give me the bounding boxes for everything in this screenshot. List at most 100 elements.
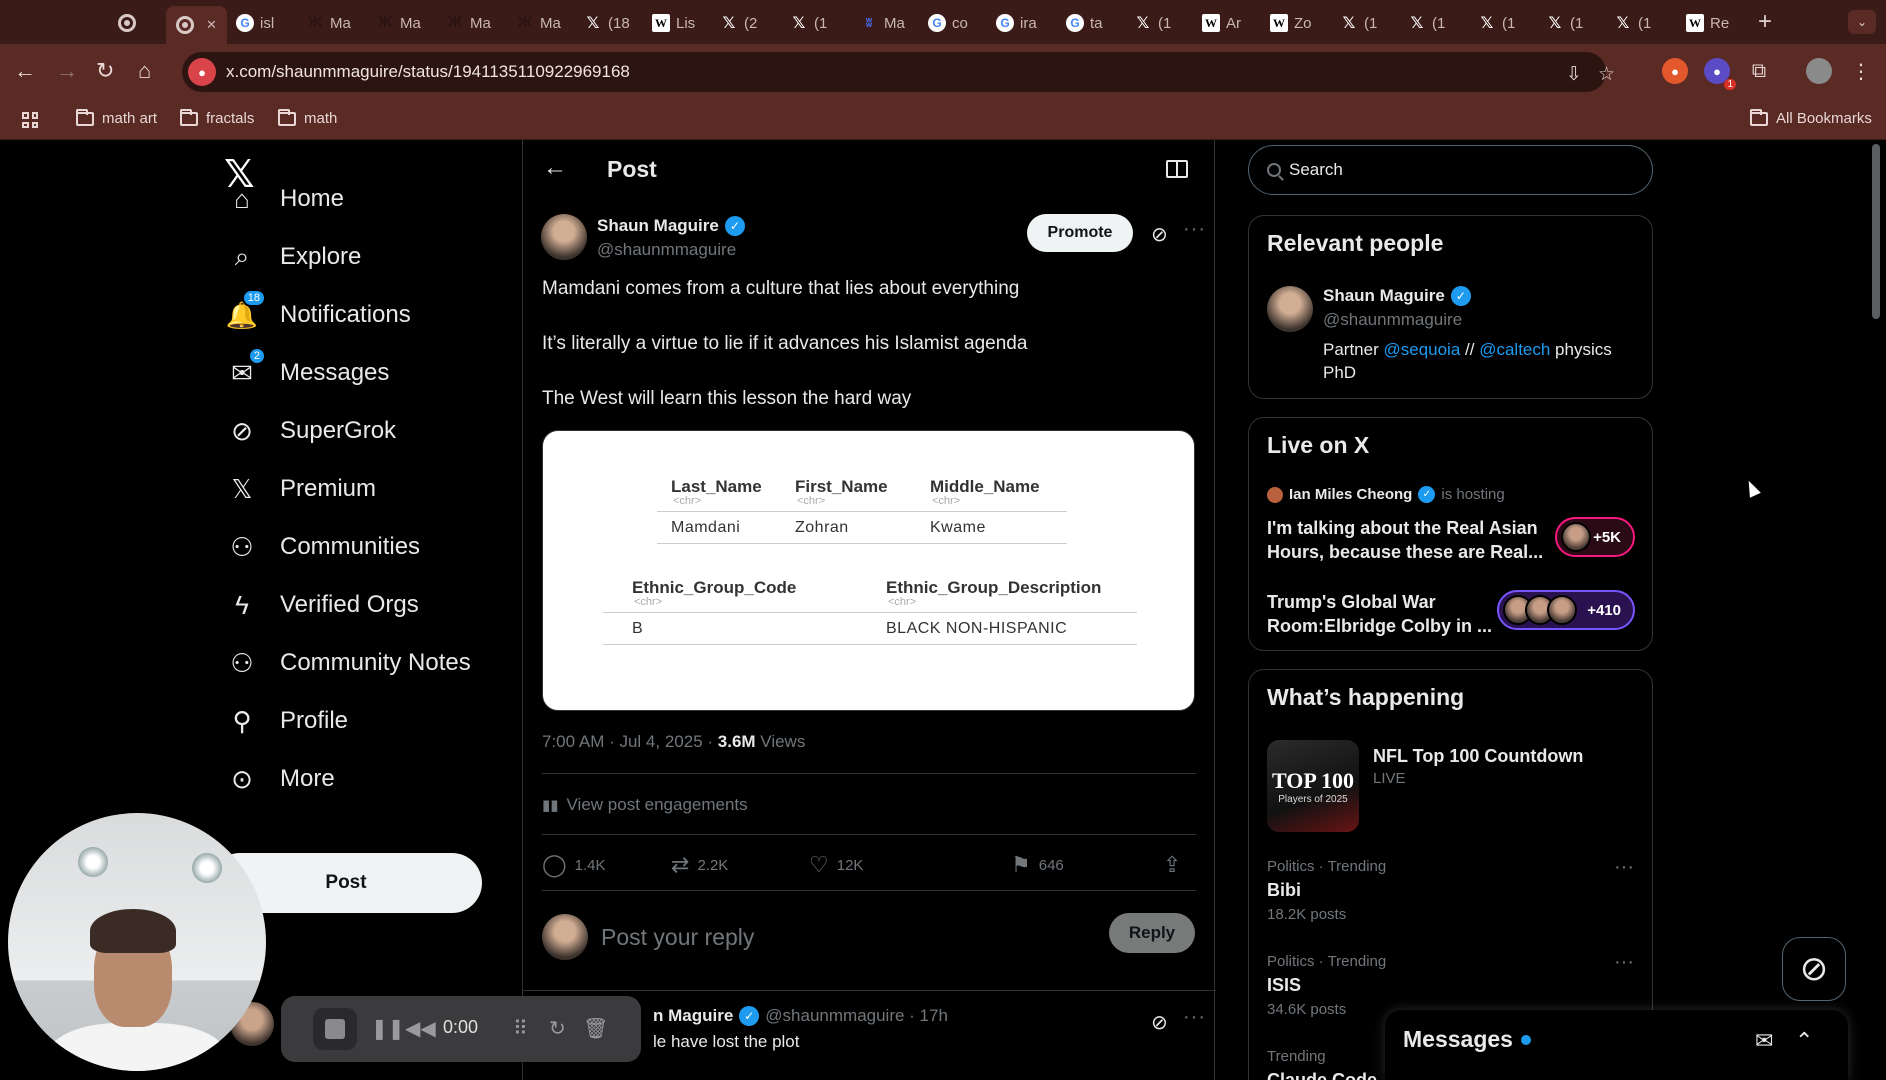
nav-item-messages[interactable]: ✉ 2 Messages (226, 347, 389, 389)
space-listeners[interactable]: +410 (1497, 590, 1635, 630)
view-engagements-link[interactable]: ▮▮ View post engagements (542, 795, 748, 815)
reply-author[interactable]: n Maguire ✓ @shaunmmaguire · 17h (653, 1006, 948, 1026)
nav-item-profile[interactable]: ⚲ Profile (226, 705, 348, 737)
space-title[interactable]: I'm talking about the Real Asian Hours, … (1267, 516, 1547, 564)
back-arrow-icon[interactable]: ← (543, 154, 567, 182)
browser-tab[interactable]: Ж Ma (376, 10, 421, 36)
post-image[interactable]: Last_Name First_Name Middle_Name <chr> <… (542, 430, 1195, 711)
author-handle[interactable]: @shaunmmaguire (597, 240, 736, 260)
browser-tab[interactable]: W Lis (652, 10, 695, 36)
trash-icon[interactable]: 🗑 (583, 1016, 608, 1041)
mention-link[interactable]: @caltech (1479, 340, 1550, 359)
url-text[interactable]: x.com/shaunmmaguire/status/1941135110922… (226, 62, 630, 82)
person-avatar[interactable] (1267, 286, 1313, 332)
extensions-puzzle-icon[interactable]: ⧉ (1746, 58, 1772, 84)
featured-title[interactable]: NFL Top 100 Countdown (1373, 746, 1583, 767)
expand-icon[interactable]: ⌃ (1795, 1028, 1813, 1054)
reply-button[interactable]: Reply (1109, 913, 1195, 953)
nav-item-verified-orgs[interactable]: ϟ Verified Orgs (226, 589, 419, 621)
forward-icon[interactable]: → (56, 58, 78, 84)
repost-action[interactable]: ⇄ 2.2K (671, 852, 728, 878)
grid-dots-icon[interactable]: ⠿ (513, 1016, 528, 1041)
share-action[interactable]: ⇪ (1163, 852, 1181, 878)
browser-tab[interactable]: W Zo (1270, 10, 1312, 36)
stop-recording-button[interactable] (313, 1008, 357, 1050)
browser-tab[interactable]: 𝕏 (1 (1340, 10, 1378, 36)
live-host[interactable]: Ian Miles Cheong ✓ is hosting (1267, 486, 1505, 503)
rewind-icon[interactable]: ◀◀ (405, 1016, 436, 1041)
browser-tab[interactable]: Ж Ma (446, 10, 491, 36)
home-icon[interactable]: ⌂ (138, 58, 151, 84)
reader-mode-icon[interactable] (1166, 160, 1188, 178)
author-name[interactable]: Shaun Maguire ✓ (597, 216, 745, 236)
browser-tab[interactable]: 𝕏 (1 (1478, 10, 1516, 36)
more-options-icon[interactable]: ··· (1614, 856, 1634, 879)
person-name[interactable]: Shaun Maguire ✓ (1323, 286, 1471, 306)
promote-button[interactable]: Promote (1027, 214, 1133, 252)
install-app-icon[interactable]: ⇩ (1566, 63, 1582, 86)
profile-avatar[interactable] (1806, 58, 1832, 84)
browser-tab[interactable]: 𝕏 (1 (1134, 10, 1172, 36)
trend-name[interactable]: ISIS (1267, 975, 1301, 996)
bookmark-star-icon[interactable]: ☆ (1598, 63, 1615, 86)
nav-item-community-notes[interactable]: ⚇ Community Notes (226, 647, 470, 679)
browser-menu-icon[interactable]: ⋮ (1848, 58, 1874, 84)
nav-item-notifications[interactable]: 🔔 18 Notifications (226, 289, 411, 331)
back-icon[interactable]: ← (14, 58, 36, 84)
nav-item-communities[interactable]: ⚇ Communities (226, 531, 420, 563)
messages-title[interactable]: Messages (1403, 1026, 1531, 1053)
trend-name[interactable]: Claude Code (1267, 1070, 1377, 1080)
bookmark-folder[interactable]: fractals (180, 108, 254, 127)
nav-item-home[interactable]: ⌂ Home (226, 183, 344, 215)
webcam-overlay[interactable] (8, 813, 266, 1071)
browser-tab[interactable]: Ж Ma (516, 10, 561, 36)
like-action[interactable]: ♡ 12K (809, 852, 863, 878)
search-input[interactable]: Search (1289, 160, 1343, 180)
browser-tab[interactable]: Gira (996, 10, 1037, 36)
bookmark-folder[interactable]: math (278, 108, 337, 127)
author-avatar[interactable] (541, 214, 587, 260)
more-options-icon[interactable]: ··· (1183, 1006, 1206, 1029)
browser-tab[interactable]: 𝕏 (1 (1546, 10, 1584, 36)
browser-tab[interactable]: 𝕏 (1 (790, 10, 828, 36)
grok-icon[interactable]: ⊘ (1151, 1010, 1168, 1035)
new-tab-button[interactable]: + (1758, 8, 1772, 36)
all-bookmarks[interactable]: All Bookmarks (1750, 108, 1872, 127)
nav-item-supergrok[interactable]: ⊘ SuperGrok (226, 415, 396, 447)
close-tab-icon[interactable]: ✕ (206, 17, 217, 33)
browser-tab[interactable]: ʬ Ma (860, 10, 905, 36)
person-handle[interactable]: @shaunmmaguire (1323, 310, 1462, 330)
browser-tab[interactable]: 𝕏 (18 (584, 10, 630, 36)
browser-tab[interactable]: 𝕏 (1 (1614, 10, 1652, 36)
browser-tab[interactable]: Gco (928, 10, 968, 36)
featured-image[interactable]: TOP 100 Players of 2025 (1267, 740, 1359, 832)
more-options-icon[interactable]: ··· (1614, 951, 1634, 974)
extension-icon[interactable]: ● 1 (1704, 58, 1736, 90)
grok-icon[interactable]: ⊘ (1151, 222, 1168, 247)
space-listeners[interactable]: +5K (1555, 517, 1635, 557)
grok-fab-icon[interactable]: ⊘ (1782, 937, 1846, 1001)
browser-tab[interactable]: W Re (1686, 10, 1729, 36)
browser-tab[interactable]: Ж Ma (306, 10, 351, 36)
search-box[interactable]: Search (1248, 145, 1653, 195)
trend-name[interactable]: Bibi (1267, 880, 1301, 901)
browser-tab[interactable]: 𝕏 (2 (720, 10, 758, 36)
new-message-icon[interactable]: ✉ (1755, 1028, 1773, 1054)
more-options-icon[interactable]: ··· (1183, 218, 1206, 241)
browser-tab[interactable]: 𝕏 (1 (1408, 10, 1446, 36)
apps-icon[interactable] (22, 112, 38, 128)
extension-icon[interactable]: ● (1662, 58, 1688, 84)
address-bar[interactable]: ● x.com/shaunmmaguire/status/19411351109… (182, 52, 1615, 92)
reply-action[interactable]: ◯ 1.4K (542, 852, 605, 878)
page-scrollbar[interactable] (1872, 144, 1880, 319)
browser-tab[interactable]: ✕ (166, 6, 227, 44)
bookmark-folder[interactable]: math art (76, 108, 157, 127)
nav-item-explore[interactable]: ⌕ Explore (226, 241, 362, 273)
bookmark-action[interactable]: ⚑ 646 (1011, 852, 1064, 878)
reply-input[interactable]: Post your reply (601, 924, 754, 951)
restart-icon[interactable]: ↻ (549, 1016, 566, 1041)
browser-tab[interactable]: W Ar (1202, 10, 1241, 36)
site-info-icon[interactable]: ● (188, 58, 216, 86)
browser-tab[interactable]: Gisl (236, 10, 274, 36)
pause-icon[interactable]: ❚❚ (371, 1016, 405, 1041)
